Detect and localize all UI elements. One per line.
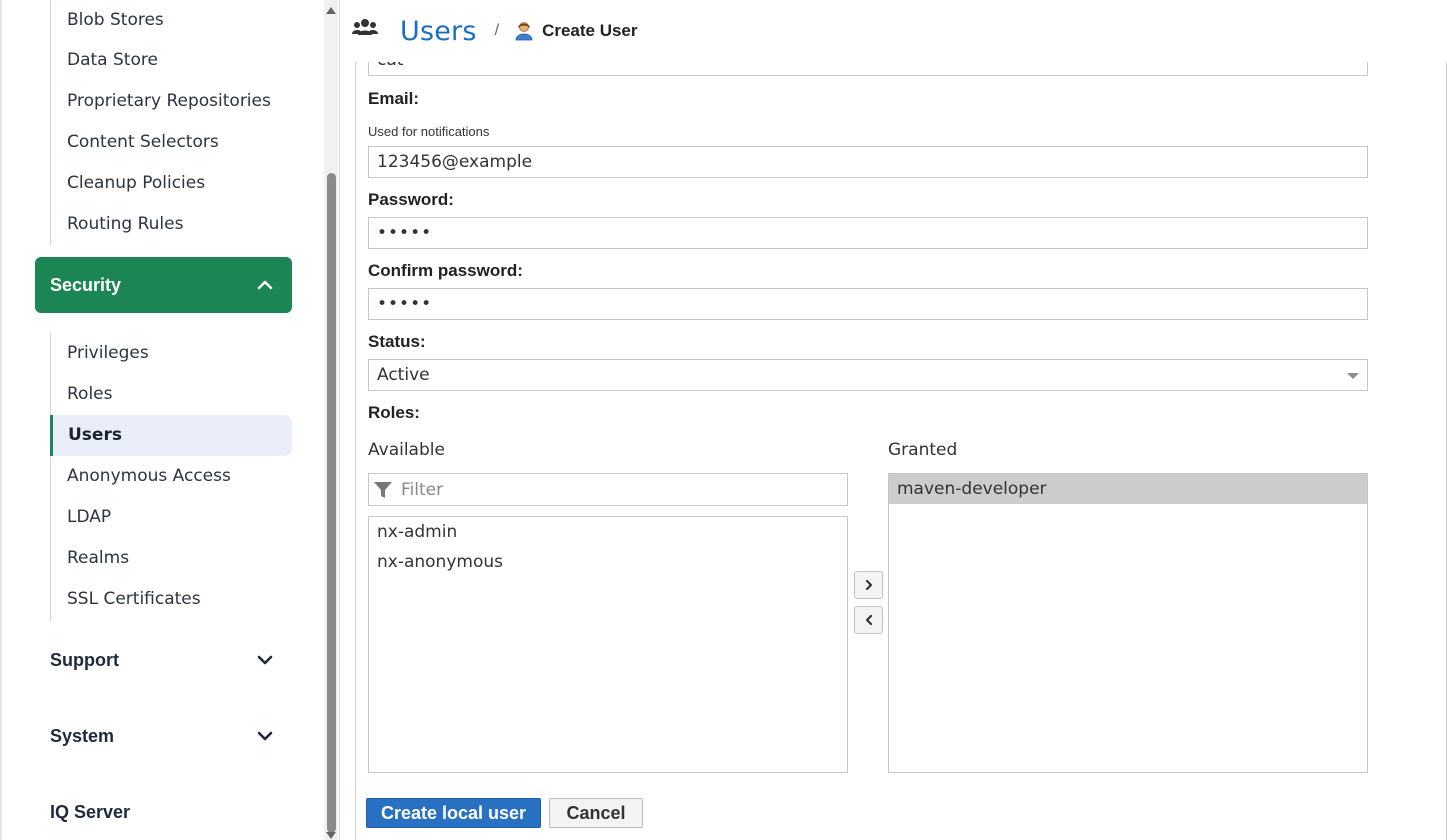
breadcrumb-current: Create User (542, 21, 638, 40)
sidebar-item-blob-stores[interactable]: Blob Stores (51, 0, 292, 40)
first-name-field[interactable]: cat (368, 62, 1368, 76)
admin-sub-list: Blob Stores Data Store Proprietary Repos… (50, 0, 292, 246)
sidebar-item-anonymous-access[interactable]: Anonymous Access (51, 456, 292, 497)
sidebar-group-security[interactable]: Security (35, 257, 292, 313)
create-user-form: cat Email: Used for notifications 123456… (355, 62, 1447, 840)
sidebar-group-support[interactable]: Support (50, 640, 292, 680)
sidebar: Blob Stores Data Store Proprietary Repos… (0, 0, 340, 840)
granted-roles-list[interactable]: maven-developer (888, 473, 1368, 773)
sidebar-group-label: IQ Server (50, 801, 131, 822)
sidebar-item-content-selectors[interactable]: Content Selectors (51, 122, 292, 163)
chevron-down-icon (257, 731, 273, 741)
roles-filter-placeholder: Filter (401, 479, 444, 500)
chevron-right-icon (865, 579, 872, 591)
sidebar-group-system[interactable]: System (50, 716, 292, 756)
confirm-password-label: Confirm password: (368, 261, 523, 280)
status-select[interactable]: Active (368, 359, 1368, 391)
roles-label: Roles: (368, 403, 420, 422)
password-field[interactable]: ••••• (368, 217, 1368, 249)
page-title[interactable]: Users (400, 16, 477, 47)
sidebar-item-proprietary-repositories[interactable]: Proprietary Repositories (51, 81, 292, 122)
security-sub-list: Privileges Roles Users Anonymous Access … (50, 333, 292, 622)
chevron-down-icon (257, 655, 273, 665)
sidebar-group-label: System (50, 725, 115, 746)
sidebar-item-ssl-certificates[interactable]: SSL Certificates (51, 579, 292, 620)
list-item[interactable]: nx-admin (369, 517, 847, 547)
confirm-password-field[interactable]: ••••• (368, 288, 1368, 320)
chevron-up-icon (257, 280, 273, 290)
sidebar-item-realms[interactable]: Realms (51, 538, 292, 579)
sidebar-item-users[interactable]: Users (50, 415, 292, 456)
email-field[interactable]: 123456@example (368, 146, 1368, 178)
sidebar-item-ldap[interactable]: LDAP (51, 497, 292, 538)
users-icon (352, 19, 378, 35)
email-hint: Used for notifications (368, 124, 490, 139)
create-local-user-button[interactable]: Create local user (366, 798, 541, 828)
sidebar-item-routing-rules[interactable]: Routing Rules (51, 204, 292, 245)
breadcrumb-separator: / (494, 22, 500, 39)
sidebar-group-label: Support (50, 649, 119, 670)
add-role-button[interactable] (854, 571, 883, 599)
scroll-down-arrow-icon[interactable] (324, 830, 338, 840)
status-label: Status: (368, 332, 426, 351)
sidebar-scroll-thumb[interactable] (327, 173, 336, 833)
email-label: Email: (368, 89, 420, 108)
roles-filter-input[interactable]: Filter (368, 473, 848, 506)
remove-role-button[interactable] (854, 606, 883, 634)
sidebar-item-roles[interactable]: Roles (51, 374, 292, 415)
filter-icon (374, 481, 392, 498)
password-label: Password: (368, 190, 454, 209)
cancel-button[interactable]: Cancel (549, 798, 643, 828)
sidebar-group-label: Security (50, 274, 122, 295)
sidebar-item-data-store[interactable]: Data Store (51, 40, 292, 81)
sidebar-item-cleanup-policies[interactable]: Cleanup Policies (51, 163, 292, 204)
status-select-value: Active (377, 365, 430, 385)
main-content: Users / Create User cat Email: Used for … (340, 0, 1447, 840)
user-icon (515, 22, 533, 41)
list-item[interactable]: nx-anonymous (369, 547, 847, 577)
sidebar-item-privileges[interactable]: Privileges (51, 333, 292, 374)
scroll-up-arrow-icon[interactable] (324, 4, 338, 16)
list-item[interactable]: maven-developer (889, 474, 1367, 504)
available-roles-list[interactable]: nx-admin nx-anonymous (368, 516, 848, 773)
chevron-left-icon (865, 614, 872, 626)
available-roles-label: Available (368, 440, 445, 460)
sidebar-group-iq-server[interactable]: IQ Server (50, 792, 292, 832)
granted-roles-label: Granted (888, 440, 958, 460)
page-header: Users / Create User (340, 0, 1447, 62)
chevron-down-icon (1347, 373, 1359, 379)
